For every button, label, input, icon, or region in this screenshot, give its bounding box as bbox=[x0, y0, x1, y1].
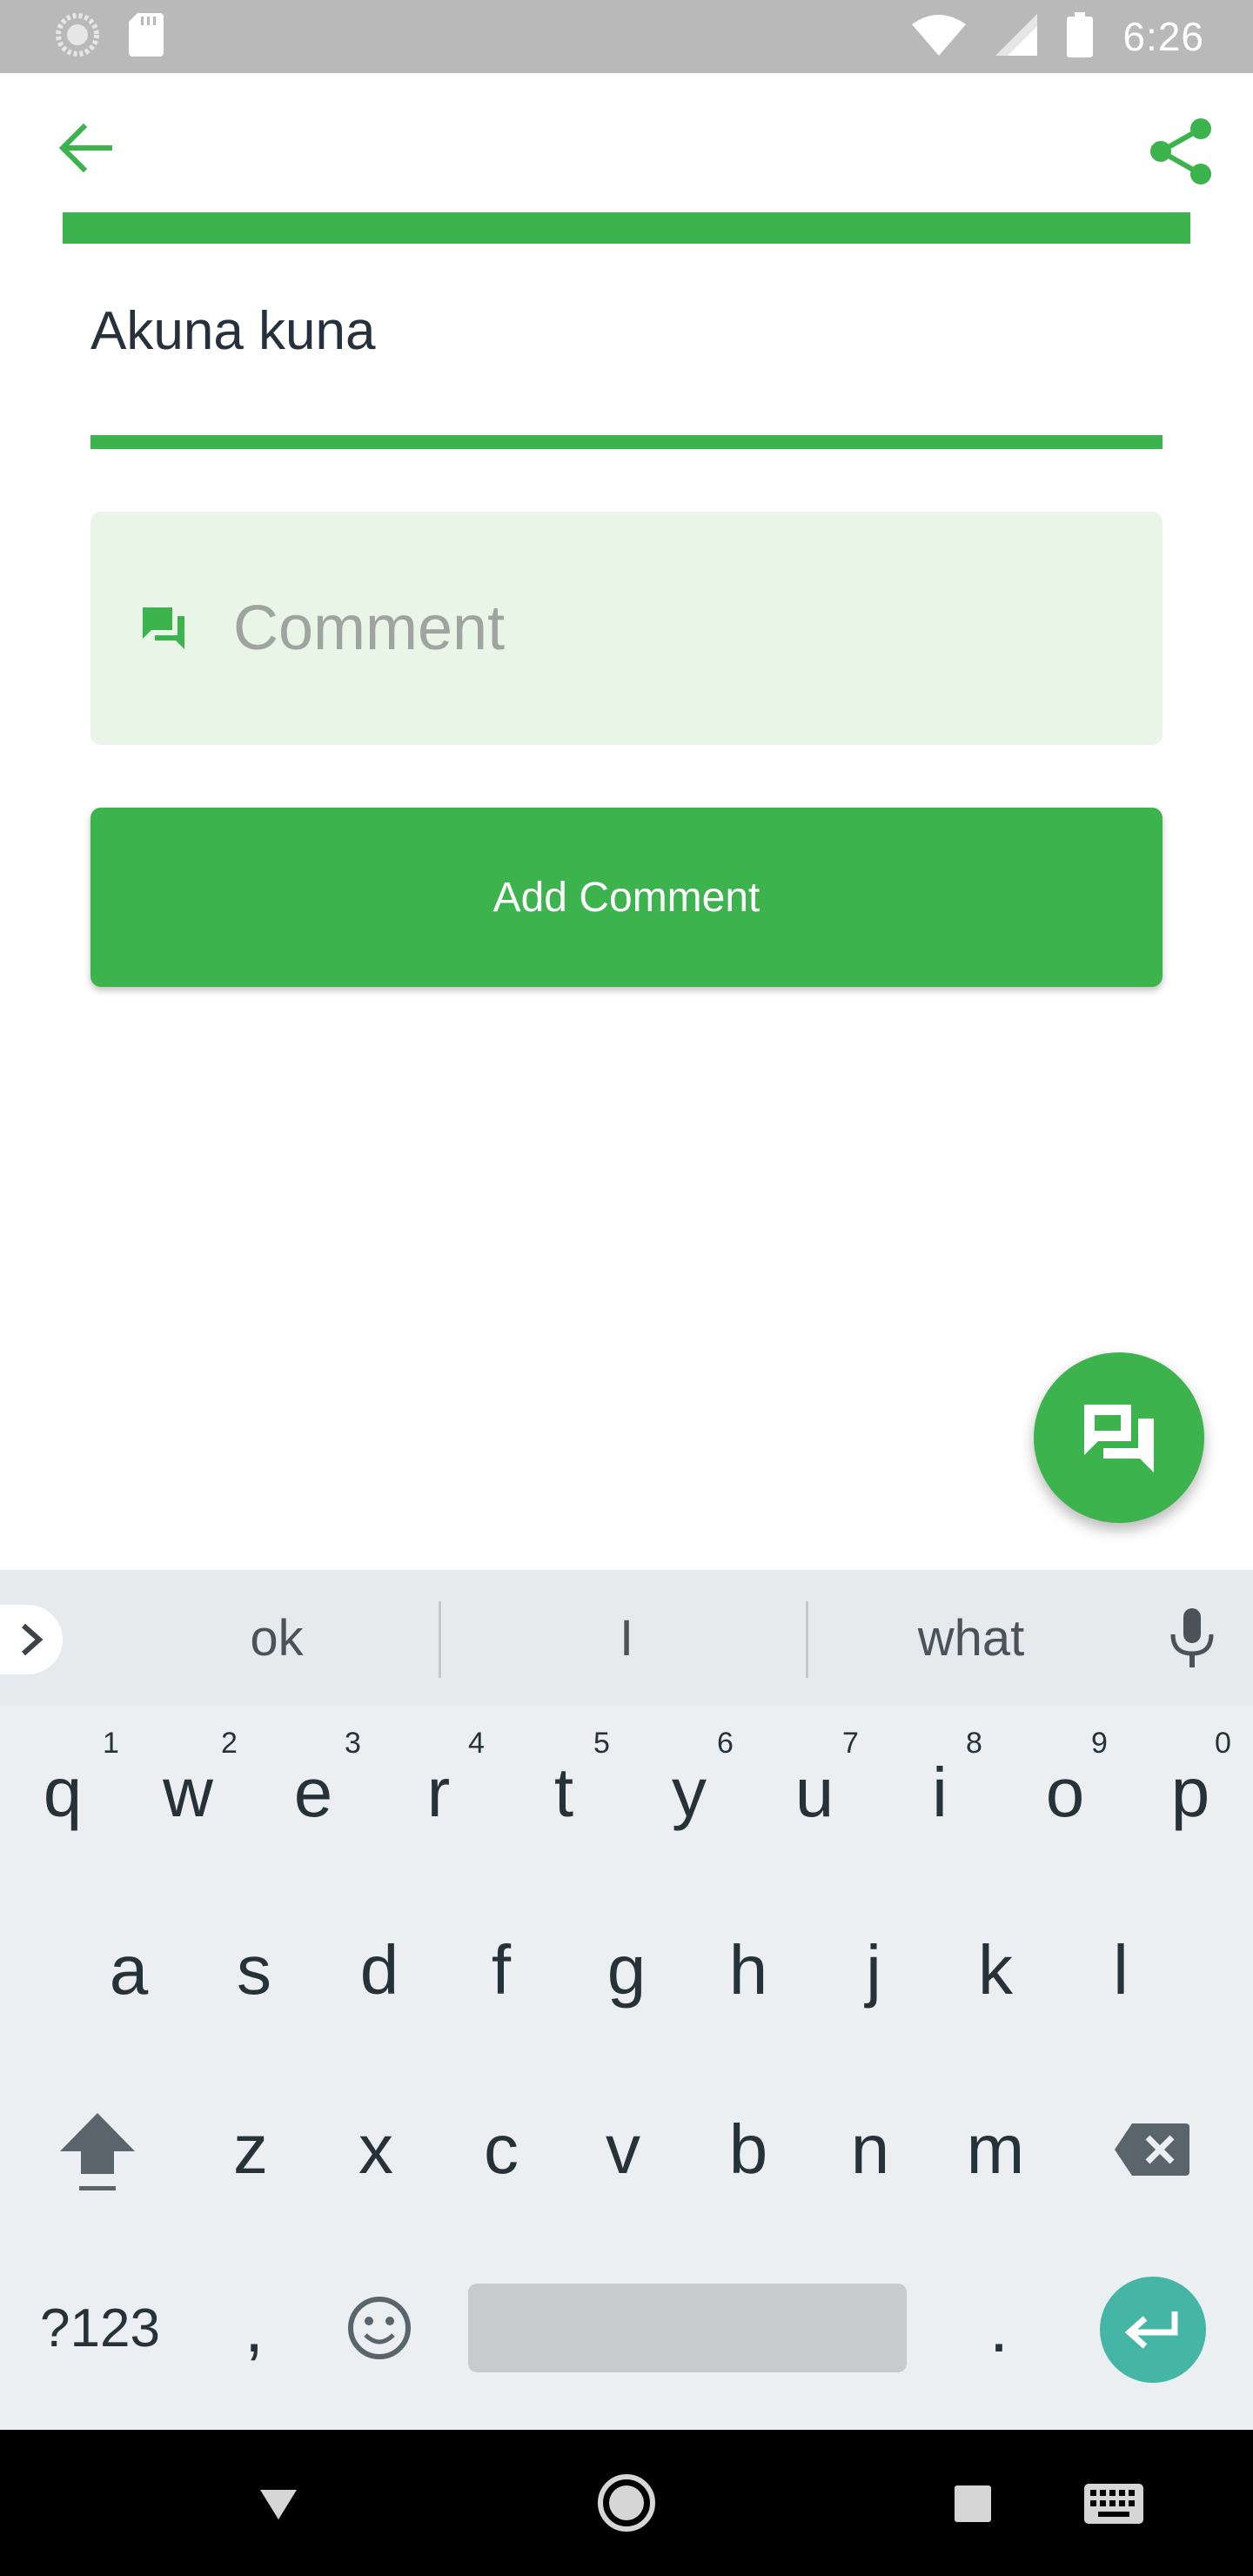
enter-key[interactable] bbox=[1100, 2277, 1206, 2383]
add-comment-label: Add Comment bbox=[492, 874, 761, 921]
keyboard: q w e r t y u i o p 1 2 3 4 5 6 7 8 9 0 … bbox=[0, 1706, 1253, 2430]
comma-key[interactable]: , bbox=[191, 2263, 317, 2393]
key-m[interactable]: m bbox=[933, 2080, 1058, 2219]
key-hint: 0 bbox=[1215, 1727, 1231, 1760]
key-hint: 2 bbox=[221, 1727, 238, 1760]
comments-fab[interactable] bbox=[1034, 1352, 1204, 1523]
sd-card-icon bbox=[129, 12, 164, 61]
symbols-key[interactable]: ?123 bbox=[26, 2263, 174, 2393]
expand-suggestions-button[interactable] bbox=[0, 1605, 63, 1674]
key-g[interactable]: g bbox=[564, 1901, 689, 2040]
sync-icon bbox=[56, 12, 99, 61]
space-key[interactable] bbox=[468, 2284, 907, 2372]
period-key[interactable]: . bbox=[936, 2263, 1062, 2393]
key-b[interactable]: b bbox=[686, 2080, 811, 2219]
shift-key[interactable] bbox=[35, 2075, 160, 2231]
wifi-icon bbox=[912, 14, 967, 60]
suggestion-item[interactable]: I bbox=[449, 1570, 804, 1706]
key-p[interactable]: p bbox=[1128, 1723, 1253, 1862]
key-hint: 8 bbox=[966, 1727, 982, 1760]
shift-icon bbox=[60, 2113, 135, 2190]
key-hint: 4 bbox=[468, 1727, 485, 1760]
nav-back-button[interactable] bbox=[235, 2465, 322, 2543]
arrow-left-icon bbox=[58, 123, 112, 173]
share-button[interactable] bbox=[1147, 117, 1216, 186]
back-triangle-icon bbox=[260, 2490, 297, 2519]
key-hint: 9 bbox=[1091, 1727, 1108, 1760]
backspace-key[interactable] bbox=[1089, 2080, 1215, 2219]
key-j[interactable]: j bbox=[811, 1901, 936, 2040]
voice-input-button[interactable] bbox=[1166, 1607, 1218, 1671]
emoji-key[interactable] bbox=[317, 2263, 442, 2393]
key-x[interactable]: x bbox=[313, 2080, 439, 2219]
key-hint: 5 bbox=[593, 1727, 610, 1760]
battery-icon bbox=[1067, 11, 1094, 62]
key-h[interactable]: h bbox=[686, 1901, 811, 2040]
key-l[interactable]: l bbox=[1058, 1901, 1183, 2040]
screen: 6:26 Akuna kuna Add bbox=[0, 0, 1253, 2576]
comment-input[interactable] bbox=[233, 593, 1016, 664]
recents-square-icon bbox=[955, 2485, 991, 2522]
key-hint: 7 bbox=[842, 1727, 859, 1760]
smiley-icon bbox=[348, 2297, 411, 2359]
forum-icon bbox=[1084, 1405, 1154, 1472]
app-bar bbox=[0, 73, 1253, 212]
microphone-icon bbox=[1170, 1608, 1214, 1667]
key-a[interactable]: a bbox=[66, 1901, 191, 2040]
suggestion-item[interactable]: what bbox=[818, 1570, 1124, 1706]
nav-recents-button[interactable] bbox=[929, 2465, 1016, 2543]
status-time: 6:26 bbox=[1122, 14, 1204, 59]
key-i[interactable]: i bbox=[877, 1723, 1002, 1862]
nav-home-button[interactable] bbox=[583, 2459, 670, 2546]
home-circle-icon bbox=[598, 2474, 655, 2532]
keyboard-icon bbox=[1084, 2484, 1143, 2524]
key-k[interactable]: k bbox=[933, 1901, 1058, 2040]
signal-icon bbox=[995, 13, 1038, 60]
status-bar: 6:26 bbox=[0, 0, 1253, 73]
key-hint: 3 bbox=[345, 1727, 361, 1760]
suggestion-bar: ok I what bbox=[0, 1570, 1253, 1706]
nav-keyboard-button[interactable] bbox=[1070, 2465, 1157, 2543]
key-hint: 1 bbox=[103, 1727, 119, 1760]
key-n[interactable]: n bbox=[807, 2080, 933, 2219]
suggestion-divider bbox=[806, 1601, 808, 1678]
navigation-bar bbox=[0, 2430, 1253, 2576]
key-hint: 6 bbox=[717, 1727, 734, 1760]
backspace-icon bbox=[1115, 2123, 1189, 2176]
key-v[interactable]: v bbox=[560, 2080, 686, 2219]
chevron-right-icon bbox=[22, 1623, 44, 1656]
enter-icon bbox=[1124, 2311, 1178, 2349]
share-icon bbox=[1150, 118, 1211, 184]
key-c[interactable]: c bbox=[439, 2080, 564, 2219]
suggestion-divider bbox=[439, 1601, 441, 1678]
key-d[interactable]: d bbox=[317, 1901, 442, 2040]
title-underline bbox=[90, 435, 1163, 449]
key-z[interactable]: z bbox=[188, 2080, 313, 2219]
forum-icon bbox=[143, 607, 184, 649]
add-comment-button[interactable]: Add Comment bbox=[90, 808, 1163, 987]
header-divider bbox=[63, 212, 1190, 244]
key-s[interactable]: s bbox=[191, 1901, 317, 2040]
comment-field[interactable] bbox=[90, 512, 1163, 745]
back-button[interactable] bbox=[54, 117, 117, 179]
suggestion-item[interactable]: ok bbox=[120, 1570, 433, 1706]
post-title: Akuna kuna bbox=[90, 301, 376, 361]
key-f[interactable]: f bbox=[439, 1901, 564, 2040]
key-o[interactable]: o bbox=[1002, 1723, 1128, 1862]
